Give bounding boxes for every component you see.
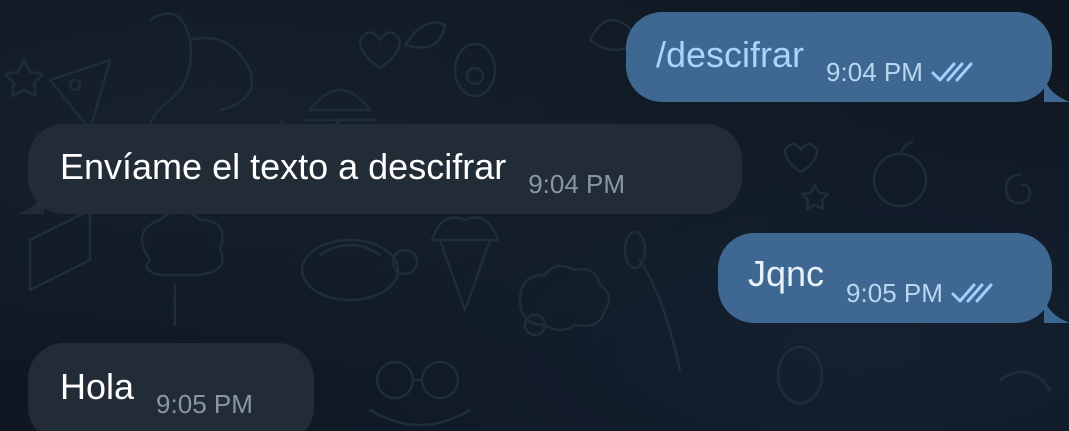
message-time: 9:05 PM — [846, 278, 943, 308]
message-text[interactable]: Jqnc — [748, 252, 824, 296]
bubble-tail-outgoing — [1044, 76, 1069, 102]
message-text[interactable]: Envíame el texto a descifrar — [60, 145, 506, 189]
message-time: 9:04 PM — [528, 169, 626, 199]
message-bubble-incoming[interactable]: Hola 9:05 PM — [28, 343, 314, 431]
message-bubble-outgoing[interactable]: Jqnc 9:05 PM — [718, 233, 1052, 323]
double-check-icon — [951, 283, 993, 303]
bubble-tail-outgoing — [1044, 297, 1069, 323]
bubble-tail-incoming — [18, 188, 44, 214]
message-text[interactable]: Hola — [60, 365, 134, 409]
message-text[interactable]: /descifrar — [656, 33, 804, 77]
message-time: 9:05 PM — [156, 389, 253, 419]
message-bubble-outgoing[interactable]: /descifrar 9:04 PM — [626, 12, 1052, 102]
double-check-icon — [931, 62, 973, 82]
message-time: 9:04 PM — [826, 57, 923, 87]
message-bubble-incoming[interactable]: Envíame el texto a descifrar 9:04 PM — [28, 124, 742, 214]
